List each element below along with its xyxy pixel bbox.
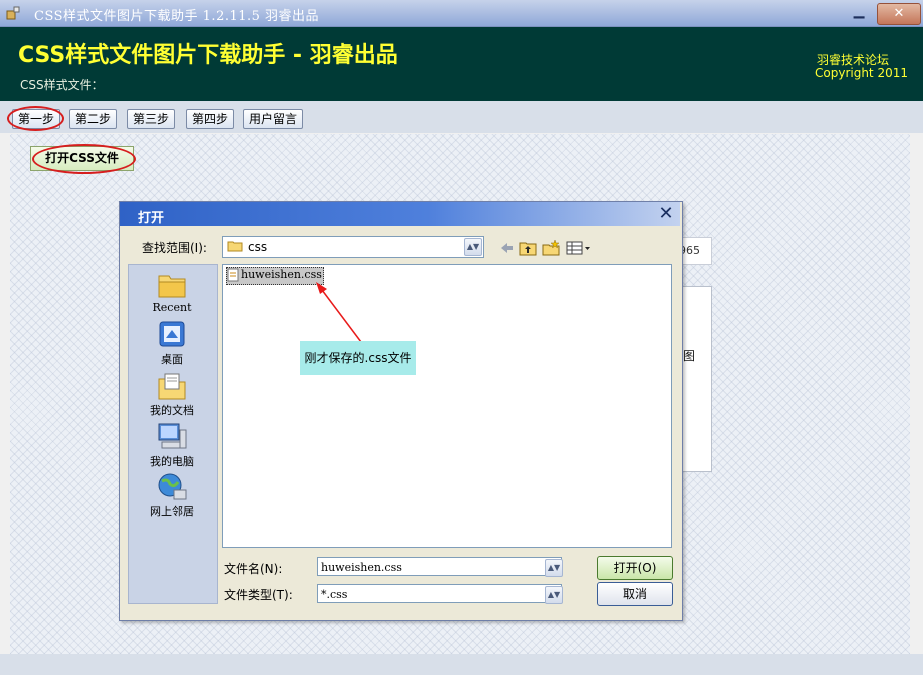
- place-label-recent: Recent: [152, 301, 192, 314]
- network-places-icon: [158, 473, 187, 500]
- app-icon: [6, 6, 20, 20]
- app-heading: CSS样式文件图片下载助手 - 羽睿出品: [18, 43, 398, 68]
- file-type-select[interactable]: *.css: [317, 584, 562, 603]
- background-panel: [680, 286, 712, 472]
- background-panel-text: 图: [683, 349, 696, 363]
- place-label-my-computer: 我的电脑: [150, 455, 194, 468]
- dialog-titlebar: [120, 202, 680, 226]
- recent-folder-icon: [158, 275, 186, 298]
- css-file-label: CSS样式文件：: [20, 78, 104, 92]
- folder-icon: [227, 241, 243, 252]
- user-message-button[interactable]: 用户留言: [243, 109, 303, 129]
- dialog-title: 打开: [138, 211, 165, 226]
- background-field: 965: [678, 237, 712, 265]
- open-css-highlight: [32, 144, 136, 174]
- css-file-icon: [227, 268, 239, 282]
- file-type-dropdown-icon[interactable]: ▲▼: [545, 586, 563, 604]
- look-in-label: 查找范围(I):: [142, 241, 207, 255]
- step-1-highlight: [7, 106, 64, 131]
- look-in-value: css: [248, 240, 268, 254]
- file-name-label: 文件名(N):: [224, 562, 283, 576]
- dialog-close-icon[interactable]: ✕: [656, 205, 676, 223]
- step-3-button[interactable]: 第三步: [127, 109, 175, 129]
- window-title: CSS样式文件图片下载助手 1.2.11.5 羽睿出品: [34, 9, 320, 24]
- open-button[interactable]: 打开(O): [597, 556, 673, 580]
- cancel-button[interactable]: 取消: [597, 582, 673, 606]
- back-icon[interactable]: [498, 240, 516, 256]
- place-label-desktop: 桌面: [161, 353, 183, 366]
- copyright-text: Copyright 2011: [815, 66, 908, 80]
- annotation-arrow: [316, 282, 365, 347]
- bottom-strip: [0, 654, 923, 675]
- file-list[interactable]: [222, 264, 672, 548]
- file-type-label: 文件类型(T):: [224, 588, 293, 602]
- place-label-my-documents: 我的文档: [150, 404, 194, 417]
- look-in-dropdown-icon[interactable]: ▲▼: [464, 238, 482, 256]
- minimize-button[interactable]: ▁: [850, 4, 868, 21]
- up-folder-icon[interactable]: [519, 240, 537, 256]
- file-name-dropdown-icon[interactable]: ▲▼: [545, 559, 563, 577]
- file-name-input[interactable]: huweishen.css: [317, 557, 562, 576]
- step-4-button[interactable]: 第四步: [186, 109, 234, 129]
- my-computer-icon: [158, 423, 187, 449]
- place-label-network: 网上邻居: [150, 505, 194, 518]
- step-2-button[interactable]: 第二步: [69, 109, 117, 129]
- my-documents-icon: [158, 373, 186, 400]
- annotation-callout: 刚才保存的.css文件: [300, 341, 416, 375]
- desktop-icon: [159, 321, 185, 347]
- new-folder-icon[interactable]: [542, 240, 560, 256]
- window-close-button[interactable]: ✕: [877, 3, 921, 25]
- view-menu-icon[interactable]: [566, 240, 592, 256]
